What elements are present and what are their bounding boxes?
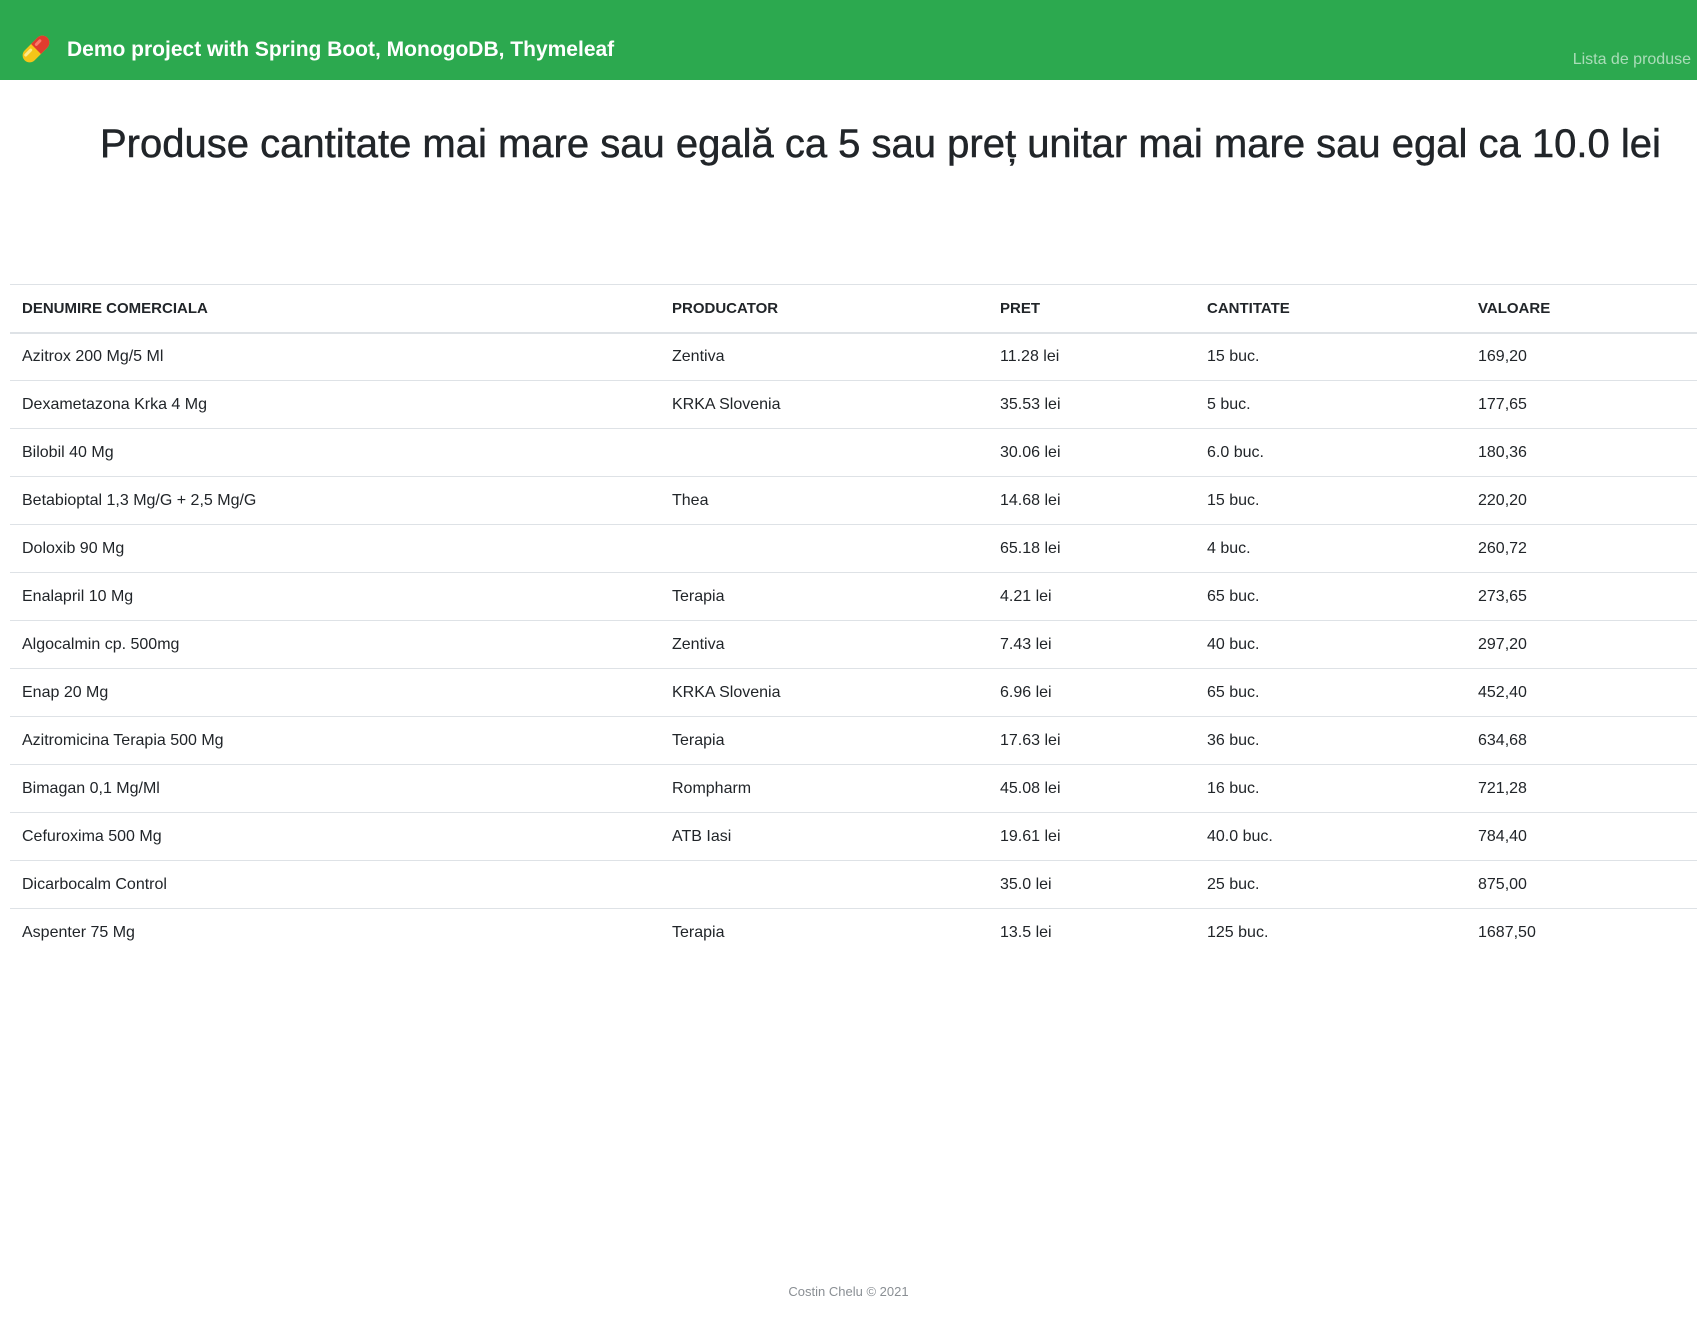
column-header-producer: PRODUCATOR xyxy=(660,284,988,334)
table-row: Dexametazona Krka 4 Mg KRKA Slovenia 35.53… xyxy=(10,380,1697,429)
cell-name: Aspenter 75 Mg xyxy=(10,908,660,957)
nav-link-product-list[interactable]: Lista de produse xyxy=(1573,51,1691,69)
cell-producer: KRKA Slovenia xyxy=(660,668,988,717)
cell-name: Azitromicina Terapia 500 Mg xyxy=(10,716,660,765)
cell-value: 875,00 xyxy=(1466,860,1697,909)
pill-capsule-icon[interactable] xyxy=(18,31,54,67)
table-row: Doloxib 90 Mg 65.18 lei 4 buc. 260,72 xyxy=(10,524,1697,573)
cell-price: 4.21 lei xyxy=(988,572,1195,621)
cell-producer: Terapia xyxy=(660,572,988,621)
table-row: Cefuroxima 500 Mg ATB Iasi 19.61 lei 40.0 b… xyxy=(10,812,1697,861)
cell-name: Bilobil 40 Mg xyxy=(10,428,660,477)
table-header-row: DENUMIRE COMERCIALA PRODUCATOR PRET CANT… xyxy=(10,284,1697,334)
cell-quantity: 125 buc. xyxy=(1195,908,1466,957)
cell-name: Dexametazona Krka 4 Mg xyxy=(10,380,660,429)
cell-price: 6.96 lei xyxy=(988,668,1195,717)
cell-price: 19.61 lei xyxy=(988,812,1195,861)
cell-producer xyxy=(660,524,988,573)
table-row: Azitromicina Terapia 500 Mg Terapia 17.63 … xyxy=(10,716,1697,765)
cell-quantity: 6.0 buc. xyxy=(1195,428,1466,477)
cell-price: 7.43 lei xyxy=(988,620,1195,669)
cell-producer: Zentiva xyxy=(672,347,725,365)
cell-quantity: 16 buc. xyxy=(1195,764,1466,813)
cell-producer xyxy=(660,428,988,477)
cell-price: 17.63 lei xyxy=(988,716,1195,765)
cell-producer: Rompharm xyxy=(660,764,988,813)
cell-value: 220,20 xyxy=(1466,476,1697,525)
cell-name: Enalapril 10 Mg xyxy=(10,572,660,621)
cell-price: 30.06 lei xyxy=(988,428,1195,477)
page-title: Produse cantitate mai mare sau egală ca … xyxy=(100,122,1661,167)
table-row: Enalapril 10 Mg Terapia 4.21 lei 65 buc. 273… xyxy=(10,572,1697,621)
cell-producer: ATB Iasi xyxy=(660,812,988,861)
table-row: Algocalmin cp. 500mg Zentiva 7.43 lei 40 bu… xyxy=(10,620,1697,669)
products-table: DENUMIRE COMERCIALA PRODUCATOR PRET CANT… xyxy=(10,284,1697,957)
cell-price: 35.53 lei xyxy=(988,380,1195,429)
table-row: Bimagan 0,1 Mg/Ml Rompharm 45.08 lei 16 buc… xyxy=(10,764,1697,813)
cell-name: Betabioptal 1,3 Mg/G + 2,5 Mg/G xyxy=(10,476,660,525)
cell-name: Doloxib 90 Mg xyxy=(10,524,660,573)
cell-name: Algocalmin cp. 500mg xyxy=(10,620,660,669)
column-header-price: PRET xyxy=(988,284,1195,334)
cell-value: 721,28 xyxy=(1466,764,1697,813)
cell-producer: KRKA Slovenia xyxy=(660,380,988,429)
cell-producer: Zentiva xyxy=(660,620,988,669)
cell-value: 784,40 xyxy=(1466,812,1697,861)
cell-quantity: 5 buc. xyxy=(1195,380,1466,429)
cell-price: 14.68 lei xyxy=(988,476,1195,525)
cell-quantity: 25 buc. xyxy=(1195,860,1466,909)
cell-quantity: 40 buc. xyxy=(1195,620,1466,669)
cell-value: 177,65 xyxy=(1466,380,1697,429)
cell-quantity: 15 buc. xyxy=(1207,347,1260,365)
cell-producer: Thea xyxy=(660,476,988,525)
column-header-value: VALOARE xyxy=(1466,284,1697,334)
navbar: Demo project with Spring Boot, MonogoDB,… xyxy=(0,0,1697,80)
cell-value: 260,72 xyxy=(1466,524,1697,573)
table-row: Enap 20 Mg KRKA Slovenia 6.96 lei 65 buc. 45… xyxy=(10,668,1697,717)
column-header-quantity: CANTITATE xyxy=(1195,284,1466,334)
cell-price: 13.5 lei xyxy=(988,908,1195,957)
cell-price: 65.18 lei xyxy=(988,524,1195,573)
cell-producer: Terapia xyxy=(660,908,988,957)
cell-quantity: 4 buc. xyxy=(1195,524,1466,573)
cell-price: 11.28 lei xyxy=(1000,347,1060,365)
cell-value: 634,68 xyxy=(1466,716,1697,765)
cell-value: 297,20 xyxy=(1466,620,1697,669)
table-row: Betabioptal 1,3 Mg/G + 2,5 Mg/G Thea 14.68… xyxy=(10,476,1697,525)
cell-value: 452,40 xyxy=(1466,668,1697,717)
cell-quantity: 36 buc. xyxy=(1195,716,1466,765)
cell-price: 45.08 lei xyxy=(988,764,1195,813)
cell-value: 1687,50 xyxy=(1466,908,1697,957)
cell-price: 35.0 lei xyxy=(988,860,1195,909)
cell-name: Dicarbocalm Control xyxy=(10,860,660,909)
footer-copyright: Costin Chelu © 2021 xyxy=(788,1284,909,1299)
table-row: Bilobil 40 Mg 30.06 lei 6.0 buc. 180,36 xyxy=(10,428,1697,477)
cell-value: 273,65 xyxy=(1466,572,1697,621)
cell-name: Azitrox 200 Mg/5 Ml xyxy=(22,347,164,365)
column-header-name: DENUMIRE COMERCIALA xyxy=(10,284,660,334)
cell-name: Bimagan 0,1 Mg/Ml xyxy=(10,764,660,813)
table-body: Azitrox 200 Mg/5 Ml Zentiva 11.28 lei 15 bu… xyxy=(10,333,1697,957)
cell-name: Enap 20 Mg xyxy=(10,668,660,717)
cell-value: 169,20 xyxy=(1478,347,1527,365)
cell-quantity: 15 buc. xyxy=(1195,476,1466,525)
table-row: Dicarbocalm Control 35.0 lei 25 buc. 875,00 xyxy=(10,860,1697,909)
cell-quantity: 65 buc. xyxy=(1195,668,1466,717)
cell-quantity: 65 buc. xyxy=(1195,572,1466,621)
cell-value: 180,36 xyxy=(1466,428,1697,477)
brand-title[interactable]: Demo project with Spring Boot, MonogoDB,… xyxy=(67,38,614,62)
table-row: Aspenter 75 Mg Terapia 13.5 lei 125 buc. 168… xyxy=(10,908,1697,957)
table-row: Azitrox 200 Mg/5 Ml Zentiva 11.28 lei 15 bu… xyxy=(10,333,1697,381)
cell-producer: Terapia xyxy=(660,716,988,765)
cell-quantity: 40.0 buc. xyxy=(1195,812,1466,861)
cell-name: Cefuroxima 500 Mg xyxy=(10,812,660,861)
cell-producer xyxy=(660,860,988,909)
